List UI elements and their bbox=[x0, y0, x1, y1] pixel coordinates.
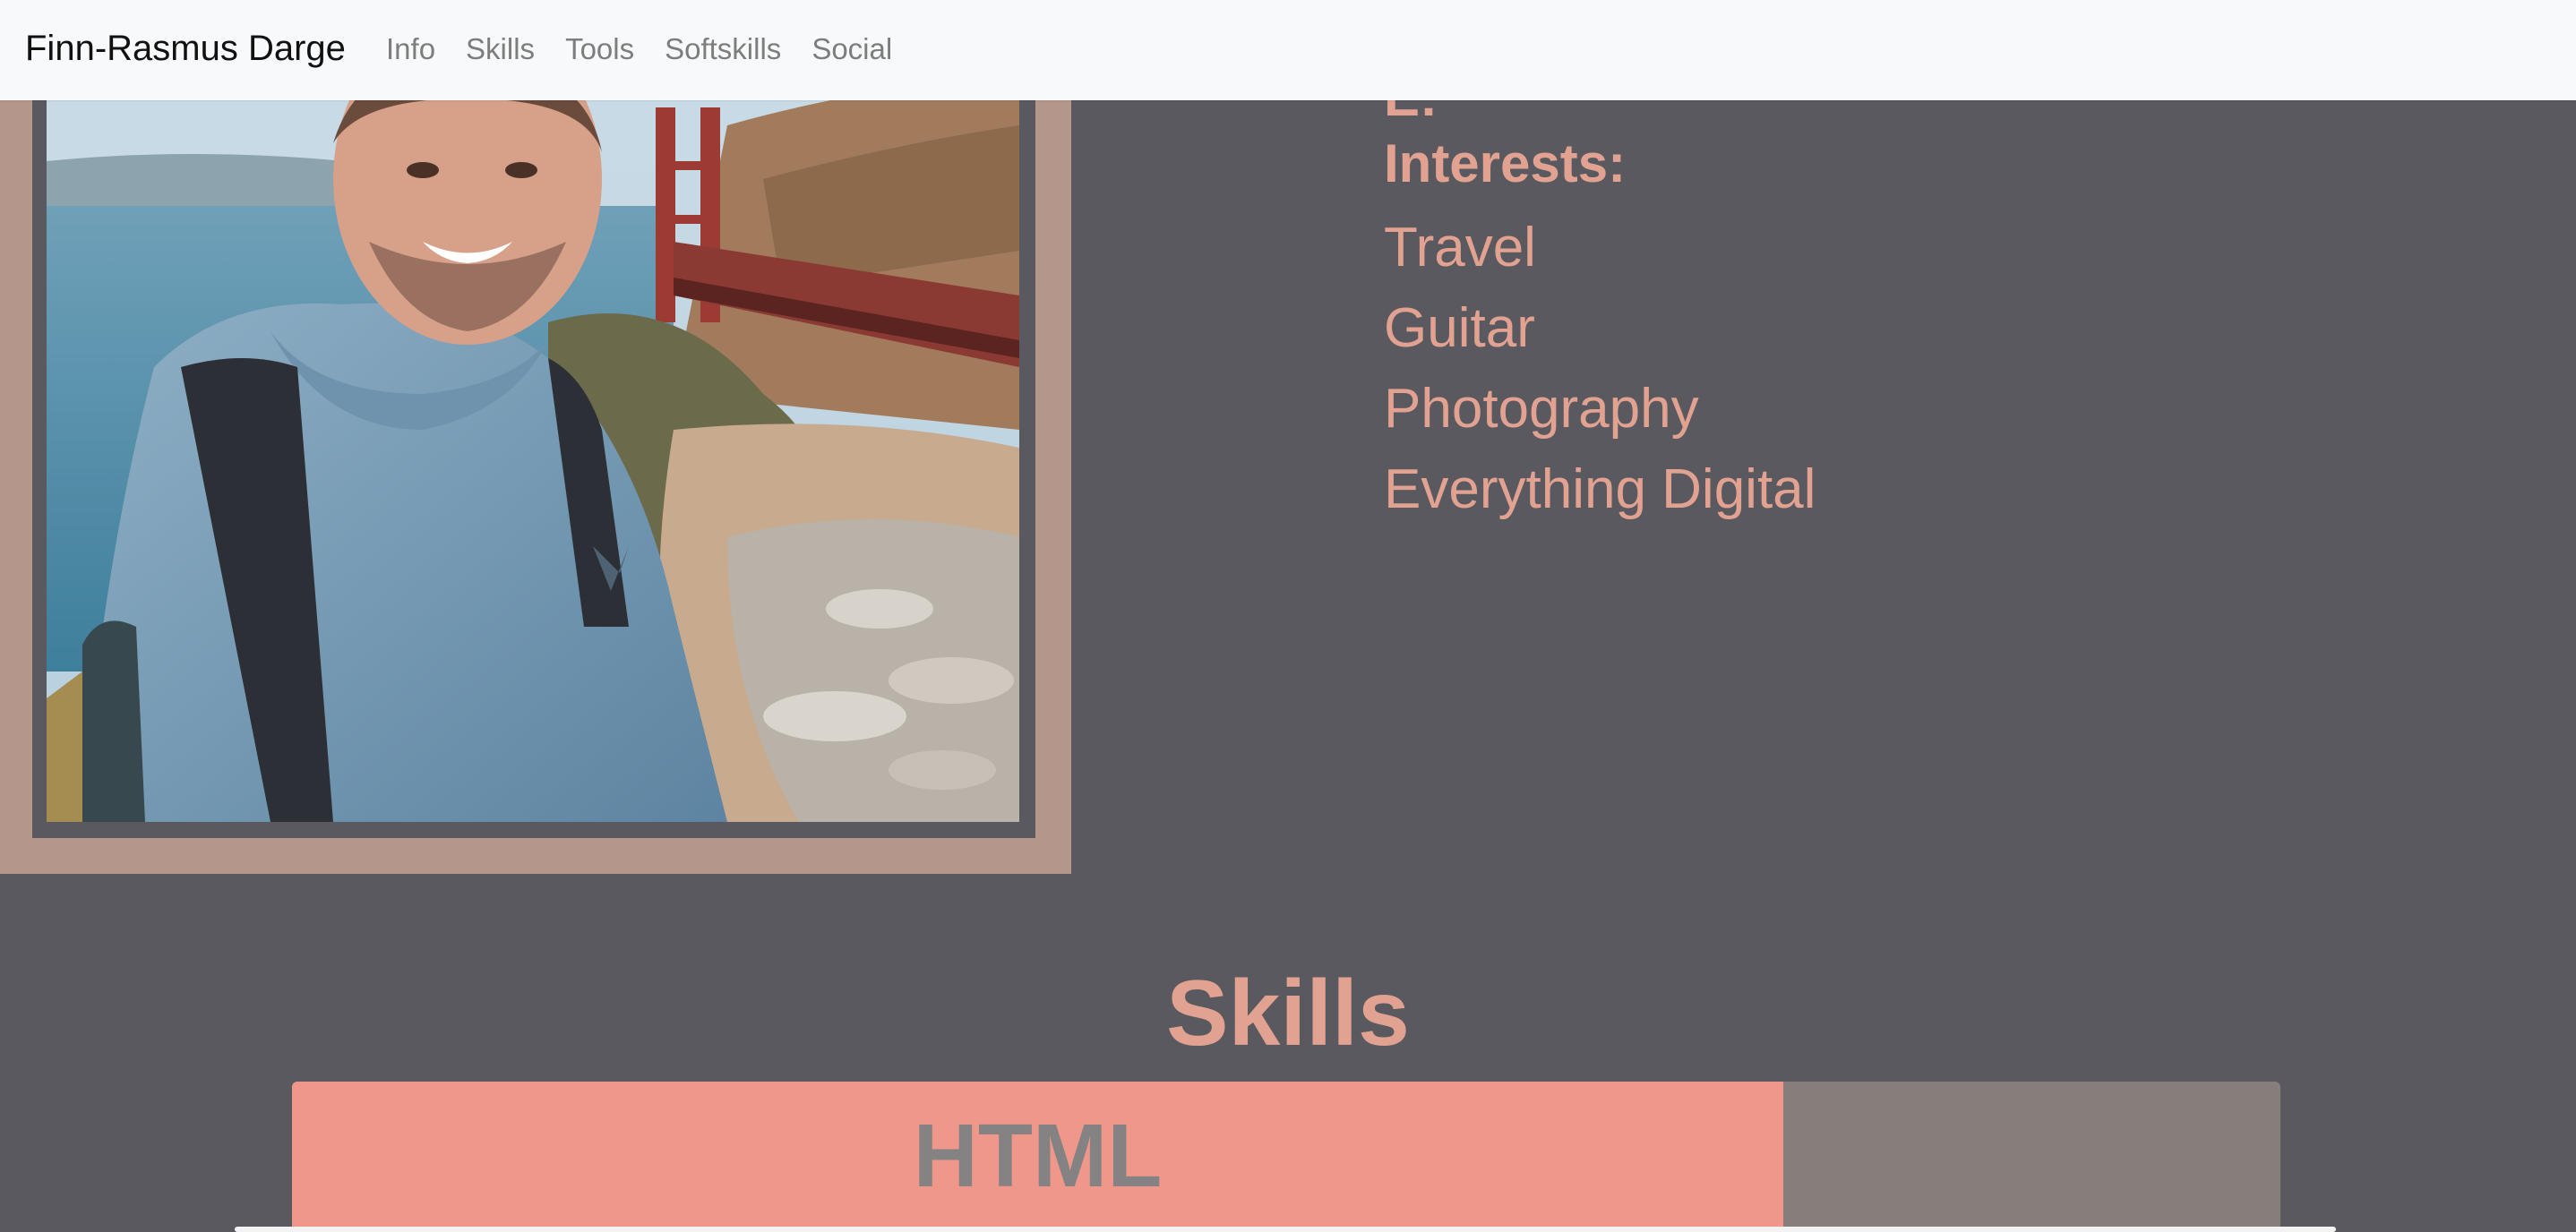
interest-item-guitar: Guitar bbox=[1384, 297, 1535, 359]
nav-link-skills[interactable]: Skills bbox=[466, 29, 535, 70]
interest-item-photography: Photography bbox=[1384, 378, 1699, 440]
nav-link-info[interactable]: Info bbox=[386, 29, 435, 70]
brand-link[interactable]: Finn-Rasmus Darge bbox=[25, 25, 346, 72]
page: Finn-Rasmus Darge Info Skills Tools Soft… bbox=[0, 0, 2576, 1232]
nav-link-tools[interactable]: Tools bbox=[565, 29, 634, 70]
interest-item-everything-digital: Everything Digital bbox=[1384, 458, 1816, 520]
interests-heading: Interests: bbox=[1384, 133, 1627, 193]
skill-progress-bar-html: HTML bbox=[292, 1082, 1783, 1232]
profile-photo-border bbox=[32, 72, 1035, 838]
top-navbar: Finn-Rasmus Darge Info Skills Tools Soft… bbox=[0, 0, 2576, 100]
nav-links: Info Skills Tools Softskills Social bbox=[386, 29, 923, 70]
interest-item-travel: Travel bbox=[1384, 217, 1536, 278]
profile-photo-frame bbox=[0, 72, 1071, 874]
skill-label-html: HTML bbox=[913, 1106, 1163, 1206]
interests-list: Travel Guitar Photography Everything Dig… bbox=[1384, 208, 1816, 530]
skills-section-title: Skills bbox=[1166, 962, 1410, 1065]
nav-link-social[interactable]: Social bbox=[811, 29, 892, 70]
nav-link-softskills[interactable]: Softskills bbox=[665, 29, 781, 70]
profile-photo-image bbox=[47, 72, 1019, 822]
skill-progress-html: HTML bbox=[292, 1082, 2280, 1232]
next-section-edge bbox=[235, 1227, 2336, 1232]
profile-photo bbox=[47, 72, 1019, 822]
